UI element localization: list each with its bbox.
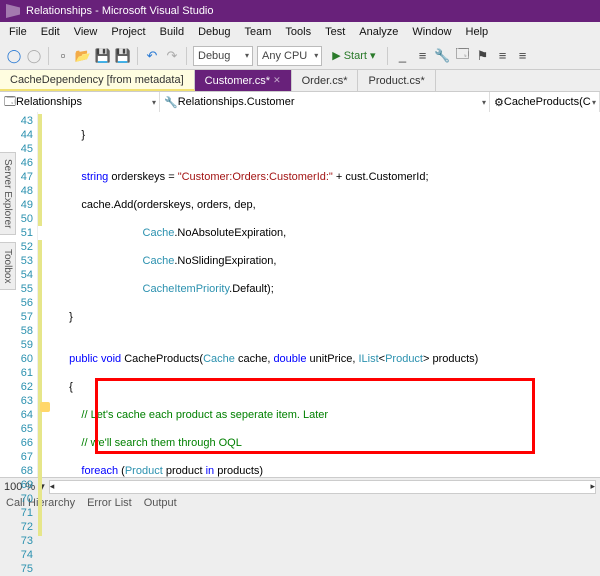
tab-order[interactable]: Order.cs* (292, 70, 359, 91)
lightbulb-icon[interactable] (40, 402, 50, 412)
tool-icon[interactable]: 🗔 (454, 48, 470, 64)
start-button[interactable]: ▶ Start ▾ (326, 49, 381, 62)
menu-window[interactable]: Window (407, 24, 456, 40)
new-icon[interactable]: ▫ (55, 48, 71, 64)
nav-back-icon[interactable]: ◯ (6, 48, 22, 64)
config-combo[interactable]: Debug (193, 46, 253, 66)
menu-debug[interactable]: Debug (193, 24, 235, 40)
title-bar: Relationships - Microsoft Visual Studio (0, 0, 600, 22)
document-tabs: CacheDependency [from metadata] Customer… (0, 70, 600, 92)
vs-logo-icon (6, 4, 20, 18)
close-icon[interactable]: ✕ (273, 75, 281, 86)
code-editor[interactable]: Server Explorer Toolbox 4344454647484950… (0, 112, 600, 477)
h-scrollbar[interactable]: ◂▸ (49, 480, 596, 494)
server-explorer-tab[interactable]: Server Explorer (0, 152, 16, 235)
menu-edit[interactable]: Edit (36, 24, 65, 40)
menu-analyze[interactable]: Analyze (354, 24, 403, 40)
tool-icon[interactable]: ≡ (514, 48, 530, 64)
save-all-icon[interactable]: 💾 (115, 48, 131, 64)
nav-type[interactable]: 🔧 Relationships.Customer (160, 92, 490, 112)
undo-icon[interactable]: ↶ (144, 48, 160, 64)
tool-icon[interactable]: ≡ (414, 48, 430, 64)
menu-project[interactable]: Project (106, 24, 150, 40)
tool-icon[interactable]: _ (394, 48, 410, 64)
menu-help[interactable]: Help (461, 24, 494, 40)
toolbar: ◯ ◯ ▫ 📂 💾 💾 ↶ ↷ Debug Any CPU ▶ Start ▾ … (0, 42, 600, 70)
nav-member[interactable]: ⚙ CacheProducts(C (490, 92, 600, 112)
window-title: Relationships - Microsoft Visual Studio (26, 5, 214, 17)
tab-customer[interactable]: Customer.cs*✕ (195, 70, 292, 91)
menu-build[interactable]: Build (155, 24, 189, 40)
tool-icon[interactable]: 🔧 (434, 48, 450, 64)
zoom-bar: 100 %▾ ◂▸ (0, 477, 600, 495)
platform-combo[interactable]: Any CPU (257, 46, 322, 66)
redo-icon[interactable]: ↷ (164, 48, 180, 64)
code-area[interactable]: } string orderskeys = "Customer:Orders:C… (56, 112, 600, 477)
menu-test[interactable]: Test (320, 24, 350, 40)
bottom-panel-tabs: Call Hierarchy Error List Output (0, 495, 600, 511)
tab-output[interactable]: Output (144, 497, 177, 509)
tab-errorlist[interactable]: Error List (87, 497, 132, 509)
tool-icon[interactable]: ≡ (494, 48, 510, 64)
toolbox-tab[interactable]: Toolbox (0, 242, 16, 290)
nav-scope[interactable]: 🗔 Relationships (0, 92, 160, 112)
menu-tools[interactable]: Tools (280, 24, 316, 40)
navigation-bar: 🗔 Relationships 🔧 Relationships.Customer… (0, 92, 600, 112)
tab-product[interactable]: Product.cs* (358, 70, 435, 91)
save-icon[interactable]: 💾 (95, 48, 111, 64)
open-icon[interactable]: 📂 (75, 48, 91, 64)
nav-fwd-icon[interactable]: ◯ (26, 48, 42, 64)
tab-cachedep[interactable]: CacheDependency [from metadata] (0, 70, 195, 91)
menu-team[interactable]: Team (240, 24, 277, 40)
menu-bar[interactable]: File Edit View Project Build Debug Team … (0, 22, 600, 42)
tool-icon[interactable]: ⚑ (474, 48, 490, 64)
menu-view[interactable]: View (69, 24, 103, 40)
menu-file[interactable]: File (4, 24, 32, 40)
